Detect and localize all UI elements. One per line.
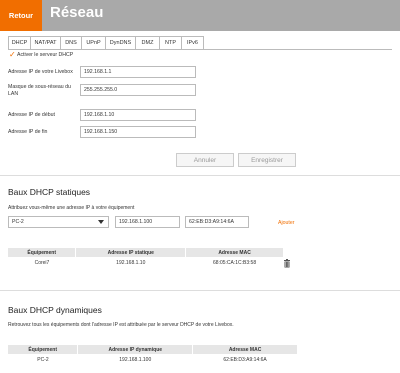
tab-dmz[interactable]: DMZ [135,36,160,50]
livebox-ip-label: Adresse IP de votre Livebox [8,69,73,75]
back-button[interactable]: Retour [0,0,42,31]
add-lease-button[interactable]: Ajouter [278,220,294,226]
tab-upnp[interactable]: UPnP [81,36,106,50]
tab-nat-pat[interactable]: NAT/PAT [30,36,61,50]
dynamic-leases-table: Équipement Adresse IP dynamique Adresse … [8,345,298,365]
cell-mac: 68:05:CA:1C:B3:58 [213,259,257,266]
cancel-button[interactable]: Annuler [176,153,234,167]
col-equipment: Équipement [8,345,79,354]
col-mac: Adresse MAC [185,248,284,257]
cell-equipment: PC-2 [37,356,49,363]
save-button[interactable]: Enregistrer [238,153,296,167]
static-leases-desc: Attribuez vous-même une adresse IP à vot… [8,205,135,211]
tab-ipv6[interactable]: IPv6 [181,36,204,50]
static-ip-input[interactable]: 192.168.1.100 [115,216,180,228]
col-equipment: Équipement [8,248,77,257]
tab-bar: DHCP NAT/PAT DNS UPnP DynDNS DMZ NTP IPv… [8,36,204,50]
subnet-mask-field[interactable]: 255.255.255.0 [80,84,196,96]
trash-icon[interactable] [283,259,291,268]
col-dynamic-ip: Adresse IP dynamique [77,345,194,354]
start-ip-label: Adresse IP de début [8,112,55,118]
enable-dhcp-checkbox[interactable]: ✓ [9,51,16,59]
cell-equipment: Corei7 [34,259,50,266]
dynamic-leases-title: Baux DHCP dynamiques [8,305,102,315]
col-mac: Adresse MAC [192,345,298,354]
tab-divider [8,49,392,50]
subnet-mask-label: Masque de sous-réseau du LAN [8,84,71,97]
end-ip-label: Adresse IP de fin [8,129,48,135]
cell-ip: 192.168.1.100 [119,356,152,363]
tab-dhcp[interactable]: DHCP [8,36,31,50]
cell-mac: 62:EB:D3:A9:14:6A [223,356,267,363]
dynamic-leases-desc: Retrouvez tous les équipements dont l'ad… [8,322,234,328]
col-static-ip: Adresse IP statique [75,248,187,257]
device-select-value: PC-2 [12,219,24,225]
end-ip-field[interactable]: 192.168.1.150 [80,126,196,138]
table-row: PC-2 192.168.1.100 62:EB:D3:A9:14:6A [8,354,298,365]
livebox-ip-field[interactable]: 192.168.1.1 [80,66,196,78]
start-ip-field[interactable]: 192.168.1.10 [80,109,196,121]
device-select[interactable]: PC-2 [8,216,109,228]
section-divider [0,290,400,291]
enable-dhcp-label: Activer le serveur DHCP [17,52,74,58]
tab-dns[interactable]: DNS [60,36,82,50]
section-divider [0,175,400,176]
static-leases-title: Baux DHCP statiques [8,187,91,197]
page-title: Réseau [50,4,104,21]
top-bar: Retour Réseau [0,0,400,31]
cell-ip: 192.168.1.10 [116,259,146,266]
tab-dyndns[interactable]: DynDNS [105,36,136,50]
mac-address-input[interactable]: 62:EB:D3:A9:14:6A [185,216,249,228]
chevron-down-icon [98,220,104,224]
table-row: Corei7 192.168.1.10 68:05:CA:1C:B3:58 [8,257,294,268]
tab-ntp[interactable]: NTP [159,36,182,50]
static-leases-table: Équipement Adresse IP statique Adresse M… [8,248,294,268]
